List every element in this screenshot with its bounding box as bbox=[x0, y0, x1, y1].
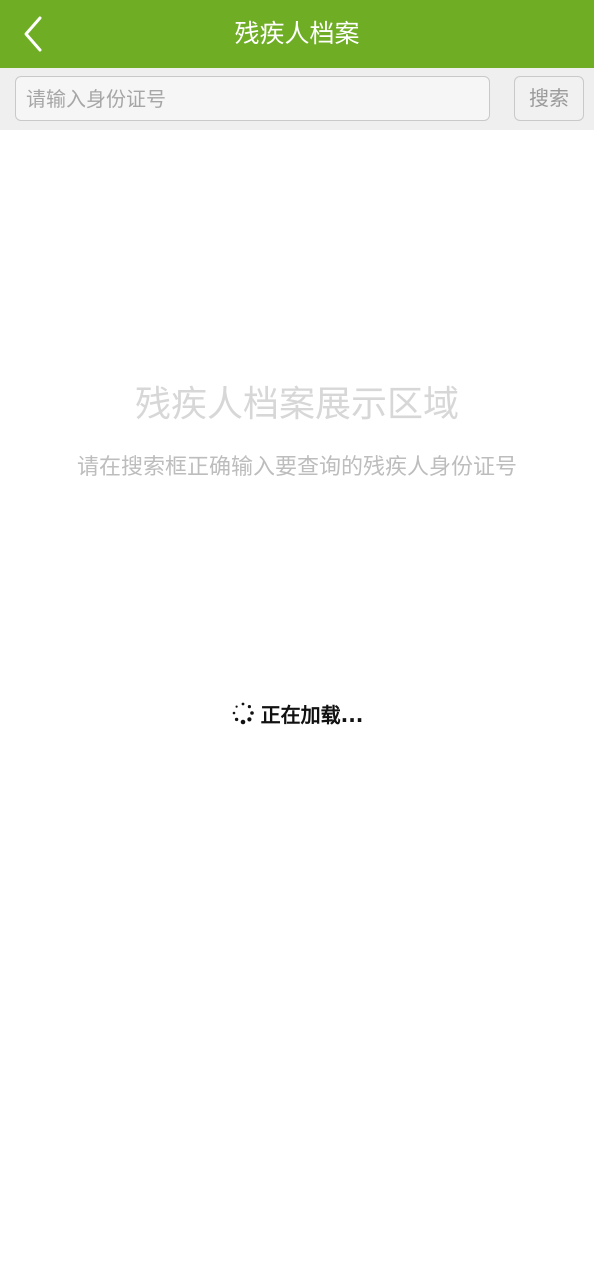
chevron-left-icon bbox=[24, 16, 42, 52]
id-number-search-input[interactable] bbox=[15, 76, 490, 121]
search-hint-text: 请在搜索框正确输入要查询的残疾人身份证号 bbox=[76, 455, 517, 480]
search-button[interactable]: 搜索 bbox=[514, 76, 584, 121]
loading-text: 正在加载... bbox=[260, 702, 364, 727]
top-app-bar: 残疾人档案 bbox=[0, 0, 594, 68]
spinner-icon bbox=[232, 702, 254, 725]
search-bar: 搜索 bbox=[0, 68, 594, 130]
archive-display-area-title: 残疾人档案展示区域 bbox=[134, 384, 459, 425]
back-button[interactable] bbox=[14, 10, 54, 58]
page-title: 残疾人档案 bbox=[234, 19, 360, 48]
loading-indicator: 正在加载... bbox=[0, 695, 594, 731]
